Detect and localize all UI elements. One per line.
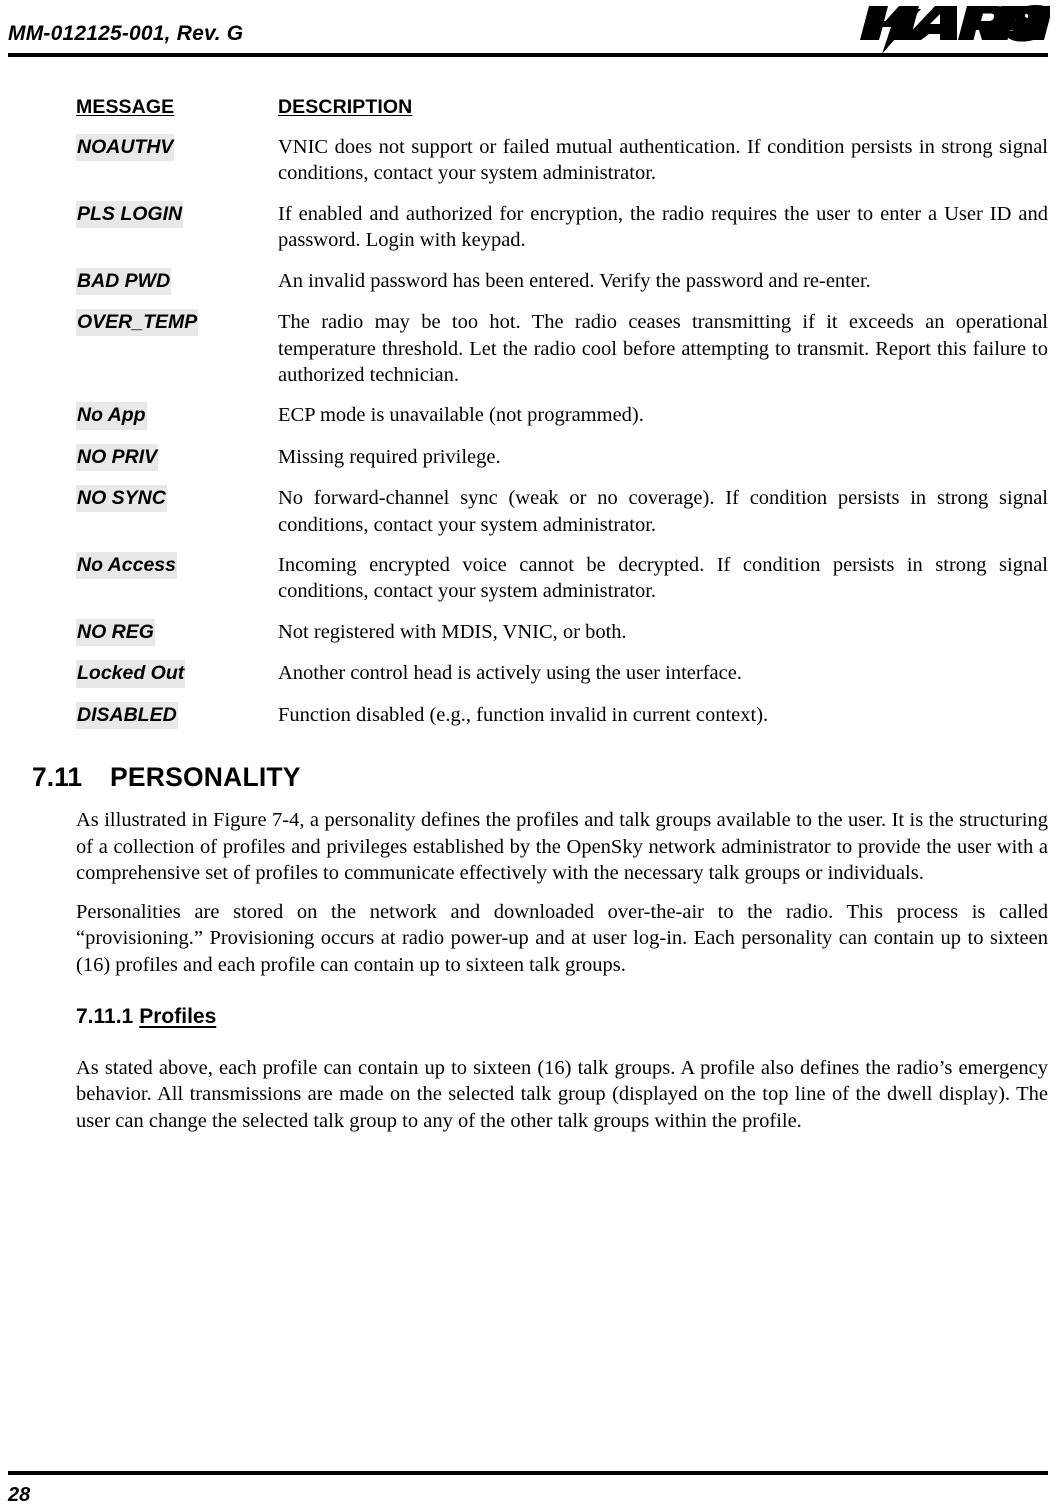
message-description: If enabled and authorized for encryption…	[278, 202, 1048, 252]
message-code-badge: NO SYNC	[76, 485, 167, 513]
table-cell-message: BAD PWD	[76, 267, 278, 309]
table-cell-message: No Access	[76, 551, 278, 619]
message-code-badge: Locked Out	[76, 660, 186, 688]
document-id: MM-012125-001, Rev. G	[8, 22, 244, 45]
table-cell-description: Incoming encrypted voice cannot be decry…	[278, 552, 1048, 619]
section-paragraph: Personalities are stored on the network …	[76, 900, 1048, 977]
table-cell-description: Not registered with MDIS, VNIC, or both.	[278, 619, 1048, 660]
table-cell-message: NO PRIV	[76, 443, 278, 485]
table-cell-message: OVER_TEMP	[76, 309, 278, 402]
table-header-row: MESSAGE DESCRIPTION	[76, 96, 1048, 134]
table-cell-description: ECP mode is unavailable (not programmed)…	[278, 402, 1048, 443]
table-cell-description: If enabled and authorized for encryption…	[278, 201, 1048, 268]
subsection-heading: 7.11.1 Profiles	[76, 1005, 1048, 1029]
message-description: VNIC does not support or failed mutual a…	[278, 136, 1048, 185]
subsection-paragraph: As stated above, each profile can contai…	[76, 1056, 1048, 1132]
table-row: No Access Incoming encrypted voice canno…	[76, 551, 1048, 619]
column-header-message: MESSAGE	[76, 96, 175, 118]
message-description-table: MESSAGE DESCRIPTION NOAUTHV VNIC does no…	[76, 96, 1048, 729]
message-code-badge: No App	[76, 402, 147, 430]
message-code-badge: No Access	[76, 551, 177, 580]
page-header: MM-012125-001, Rev. G ®	[0, 0, 1056, 57]
message-code-badge: NO REG	[76, 618, 155, 647]
table-row: OVER_TEMP The radio may be too hot. The …	[76, 309, 1048, 402]
table-header-cell-description: DESCRIPTION	[278, 96, 1048, 134]
message-code-badge: OVER_TEMP	[76, 309, 199, 337]
message-code-badge: BAD PWD	[76, 267, 172, 296]
section-title: PERSONALITY	[110, 761, 301, 792]
table-row: NO REG Not registered with MDIS, VNIC, o…	[76, 618, 1048, 660]
table-cell-message: NO SYNC	[76, 485, 278, 552]
subsection-title: Profiles	[139, 1004, 217, 1028]
message-description: An invalid password has been entered. Ve…	[278, 269, 871, 292]
table-header-cell-message: MESSAGE	[76, 96, 278, 134]
message-description: Not registered with MDIS, VNIC, or both.	[278, 620, 627, 643]
subsection-number: 7.11.1	[76, 1004, 134, 1028]
message-description: The radio may be too hot. The radio ceas…	[278, 311, 1048, 386]
section-heading: 7.11 PERSONALITY	[32, 762, 1048, 793]
table-row: NO SYNC No forward-channel sync (weak or…	[76, 485, 1048, 552]
message-code-badge: PLS LOGIN	[76, 200, 184, 229]
table-cell-message: No App	[76, 402, 278, 443]
table-cell-description: No forward-channel sync (weak or no cove…	[278, 485, 1048, 552]
table-row: DISABLED Function disabled (e.g., functi…	[76, 701, 1048, 729]
registered-mark: ®	[1046, 5, 1050, 13]
message-description: No forward-channel sync (weak or no cove…	[278, 487, 1048, 536]
table-row: PLS LOGIN If enabled and authorized for …	[76, 200, 1048, 268]
section-paragraph: As illustrated in Figure 7-4, a personal…	[76, 808, 1048, 885]
message-description: Missing required privilege.	[278, 445, 501, 468]
page-content: MESSAGE DESCRIPTION NOAUTHV VNIC does no…	[32, 96, 1048, 1135]
table-row: NOAUTHV VNIC does not support or failed …	[76, 134, 1048, 201]
table-cell-description: Function disabled (e.g., function invali…	[278, 702, 1048, 729]
column-header-description: DESCRIPTION	[278, 96, 413, 118]
message-code-badge: NOAUTHV	[76, 134, 175, 162]
table-cell-message: NOAUTHV	[76, 134, 278, 201]
section-number: 7.11	[32, 761, 83, 792]
table-cell-description: VNIC does not support or failed mutual a…	[278, 134, 1048, 201]
page-number: 28	[8, 1484, 31, 1506]
table-row: NO PRIV Missing required privilege.	[76, 443, 1048, 485]
table-cell-message: DISABLED	[76, 701, 278, 729]
message-code-badge: NO PRIV	[76, 443, 159, 472]
table-cell-description: Another control head is actively using t…	[278, 660, 1048, 701]
table-cell-message: PLS LOGIN	[76, 200, 278, 268]
page-footer: 28	[0, 1451, 1056, 1511]
message-description: Function disabled (e.g., function invali…	[278, 703, 769, 726]
table-cell-description: An invalid password has been entered. Ve…	[278, 268, 1048, 309]
message-description: Another control head is actively using t…	[278, 662, 742, 685]
table-cell-description: The radio may be too hot. The radio ceas…	[278, 309, 1048, 402]
message-description: Incoming encrypted voice cannot be decry…	[278, 553, 1048, 603]
table-row: Locked Out Another control head is activ…	[76, 660, 1048, 701]
footer-divider	[8, 1471, 1048, 1475]
message-description: ECP mode is unavailable (not programmed)…	[278, 404, 644, 427]
harris-logo-icon: ®	[860, 5, 1050, 54]
table-cell-message: NO REG	[76, 618, 278, 660]
table-cell-description: Missing required privilege.	[278, 444, 1048, 485]
table-cell-message: Locked Out	[76, 660, 278, 701]
message-code-badge: DISABLED	[76, 701, 178, 729]
header-divider	[8, 53, 1048, 57]
table-row: No App ECP mode is unavailable (not prog…	[76, 402, 1048, 443]
table-row: BAD PWD An invalid password has been ent…	[76, 267, 1048, 309]
